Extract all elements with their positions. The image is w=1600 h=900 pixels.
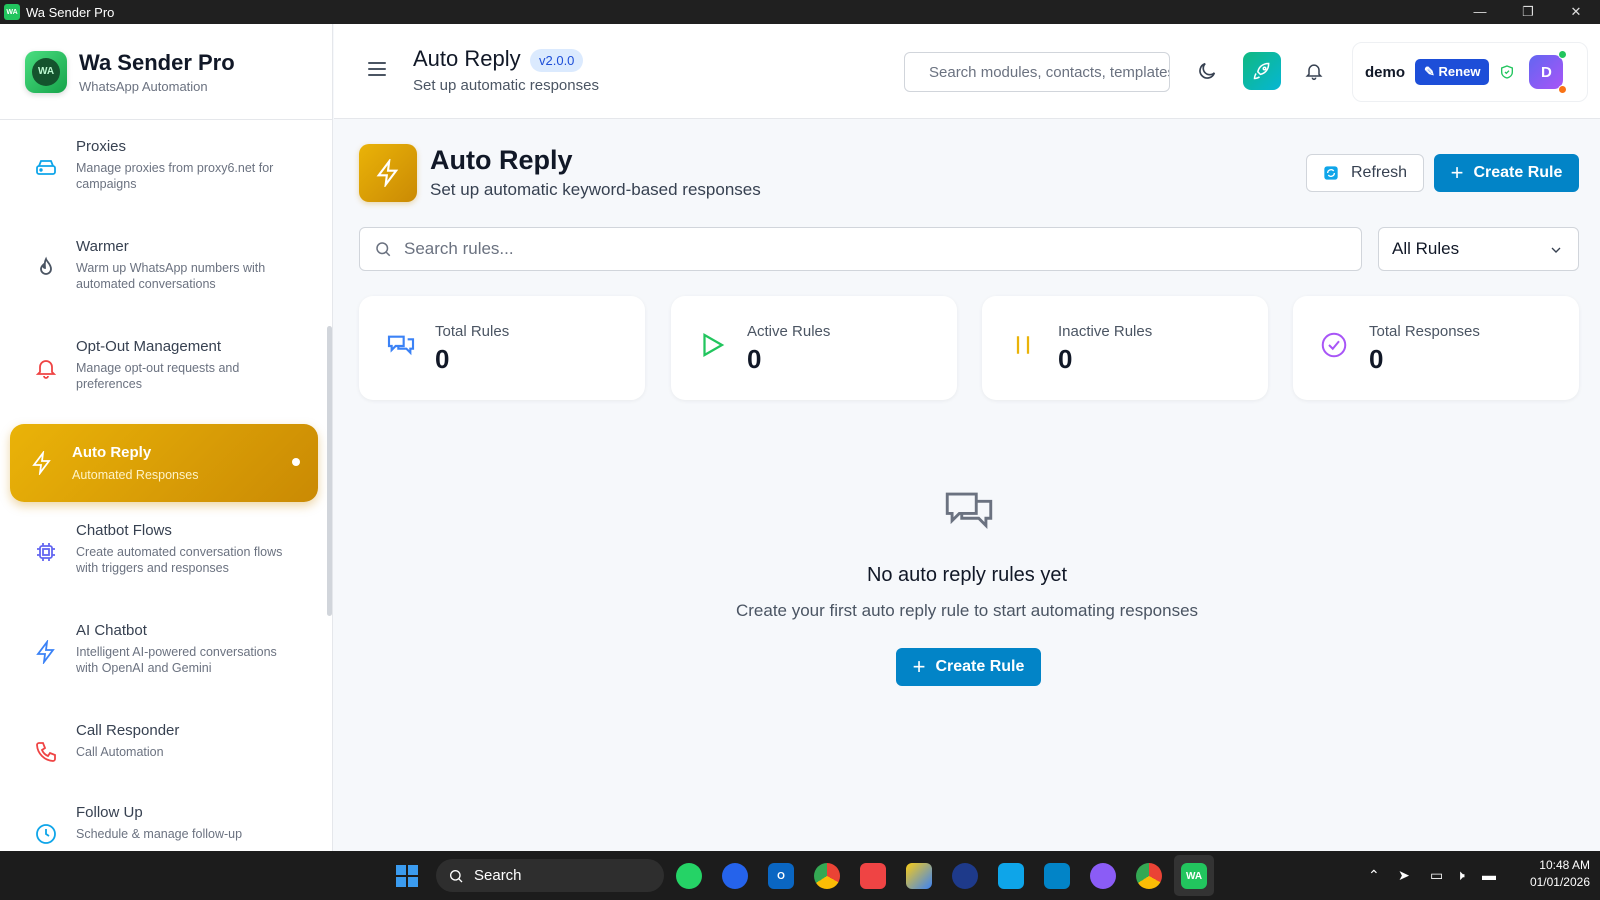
sidebar-item-desc: Manage proxies from proxy6.net for campa… [76, 161, 274, 191]
lightning-icon [32, 451, 51, 475]
app-icon-cyan[interactable] [998, 863, 1024, 889]
sidebar-item-label: Chatbot Flows [76, 522, 172, 539]
sidebar-item-label: Opt-Out Management [76, 338, 222, 355]
sidebar-item-auto-reply[interactable]: Auto Reply Automated Responses [10, 424, 318, 502]
phone-icon [36, 742, 56, 762]
empty-state-description: Create your first auto reply rule to sta… [735, 601, 1199, 620]
brand-subtitle: WhatsApp Automation [79, 78, 208, 94]
outlook-icon[interactable]: O [768, 863, 794, 889]
window-title: Wa Sender Pro [26, 4, 115, 20]
chrome-icon[interactable] [1136, 863, 1162, 889]
active-indicator [292, 458, 300, 466]
chrome-icon[interactable] [814, 863, 840, 889]
sidebar-item-label: AI Chatbot [76, 622, 147, 639]
sidebar-item-desc: Schedule & manage follow-up [76, 827, 243, 841]
sidebar-item-follow-up[interactable]: Follow Up Schedule & manage follow-up [10, 804, 318, 846]
app-icon-multicolor[interactable] [906, 863, 932, 889]
sidebar-item-proxies[interactable]: Proxies Manage proxies from proxy6.net fo… [10, 138, 318, 192]
mute-icon[interactable]: 🕨 [1456, 867, 1465, 884]
windows-start-icon[interactable] [396, 865, 418, 887]
wa-sender-icon[interactable]: WA [1181, 863, 1207, 889]
sidebar-item-warmer[interactable]: Warmer Warm up WhatsApp numbers with auto… [10, 238, 318, 292]
cpu-icon [37, 543, 55, 561]
empty-state-title: No auto reply rules yet [866, 564, 1068, 586]
taskbar-clock[interactable]: 10:48 AM 01/01/2026 [1530, 857, 1590, 891]
brand: WA Wa Sender Pro WhatsApp Automation [0, 24, 332, 120]
brand-name: Wa Sender Pro [79, 49, 235, 75]
app-logo-icon: WA [4, 4, 20, 20]
media-player-icon[interactable] [1090, 863, 1116, 889]
sidebar-scrollbar[interactable] [327, 326, 332, 616]
sidebar-item-call-responder[interactable]: Call Responder Call Automation [10, 722, 318, 764]
browser-icon[interactable] [952, 863, 978, 889]
sidebar-item-label: Proxies [76, 138, 127, 155]
whatsapp-icon[interactable] [676, 863, 702, 889]
empty-create-rule-button[interactable]: + Create Rule [896, 648, 1041, 686]
sidebar-item-desc: Call Automation [76, 745, 164, 759]
server-icon [36, 160, 56, 175]
sidebar-item-ai-chatbot[interactable]: AI Chatbot Intelligent AI-powered convers… [10, 622, 318, 676]
send-icon[interactable]: ➤ [1398, 867, 1410, 884]
battery-icon[interactable]: ▬ [1482, 867, 1496, 883]
sidebar-item-desc: Manage opt-out requests and preferences [76, 361, 240, 391]
anydesk-icon[interactable] [860, 863, 886, 889]
sidebar-item-label: Auto Reply [72, 443, 152, 461]
sidebar: WA Wa Sender Pro WhatsApp Automation Pro… [0, 24, 333, 851]
sidebar-item-label: Follow Up [76, 804, 143, 821]
flame-icon [40, 256, 52, 275]
sidebar-item-desc: Create automated conversation flows with… [76, 545, 283, 575]
sidebar-item-desc: Warm up WhatsApp numbers with automated … [76, 261, 266, 291]
sidebar-item-opt-out[interactable]: Opt-Out Management Manage opt-out request… [10, 338, 318, 392]
sidebar-item-desc: Intelligent AI-powered conversations wit… [76, 645, 277, 675]
plus-icon: + [912, 654, 926, 679]
lightning-icon [36, 640, 55, 664]
clock-icon [36, 824, 56, 844]
search-icon [450, 869, 463, 882]
brand-logo-icon: WA [25, 50, 67, 93]
sidebar-item-label: Warmer [76, 238, 129, 255]
chevron-up-icon[interactable]: ⌃ [1368, 867, 1380, 884]
photos-icon[interactable] [1044, 863, 1070, 889]
sidebar-item-label: Call Responder [76, 722, 180, 739]
taskbar-search[interactable]: Search [436, 859, 664, 892]
taskbar: Search O WA ⌃ ➤ ▭ 🕨 ▬ 10:48 AM 01/01/202… [0, 851, 1600, 900]
app-icon-blue[interactable] [722, 863, 748, 889]
sidebar-item-desc: Automated Responses [72, 467, 199, 482]
network-icon[interactable]: ▭ [1430, 867, 1443, 884]
bell-off-icon [35, 360, 57, 379]
sidebar-item-chatbot-flows[interactable]: Chatbot Flows Create automated conversati… [10, 522, 318, 576]
